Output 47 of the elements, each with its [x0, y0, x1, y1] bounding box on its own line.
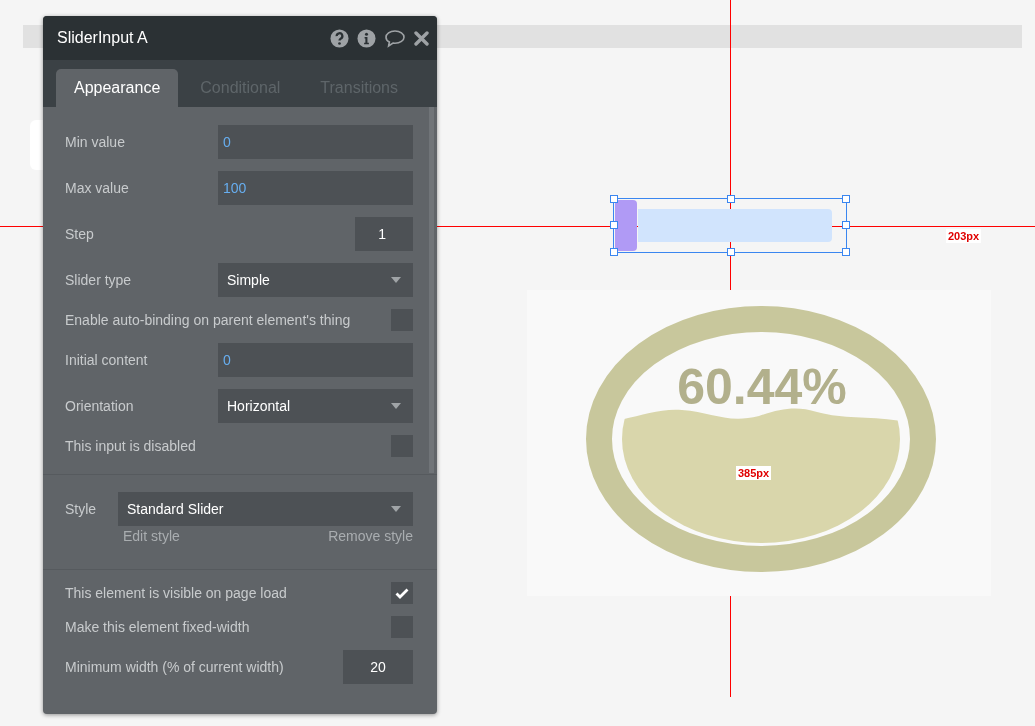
caret-icon: [391, 277, 401, 283]
input-field[interactable]: 0: [218, 125, 413, 159]
field-label: Minimum width (% of current width): [65, 659, 284, 675]
panel-tab[interactable]: Appearance: [56, 69, 179, 107]
info-icon[interactable]: [357, 28, 376, 48]
input-field[interactable]: 20: [343, 650, 413, 684]
resize-handle[interactable]: [842, 221, 850, 229]
field-label: Orientation: [65, 398, 134, 414]
resize-handle[interactable]: [727, 195, 735, 203]
remove-style-link[interactable]: Remove style: [328, 528, 413, 544]
dropdown[interactable]: Horizontal: [218, 389, 413, 423]
selected-slider[interactable]: [613, 198, 847, 253]
resize-handle[interactable]: [610, 221, 618, 229]
input-field[interactable]: 1: [355, 217, 413, 251]
field-label: Min value: [65, 134, 125, 150]
panel-title: SliderInput A: [57, 29, 148, 47]
help-icon[interactable]: [330, 28, 349, 48]
field-label: Step: [65, 226, 94, 242]
input-field[interactable]: 100: [218, 171, 413, 205]
resize-handle[interactable]: [610, 195, 618, 203]
edit-style-link[interactable]: Edit style: [123, 528, 180, 544]
resize-handle[interactable]: [842, 195, 850, 203]
field-label: Slider type: [65, 272, 132, 288]
input-field[interactable]: 0: [218, 343, 413, 377]
close-icon[interactable]: [414, 30, 429, 46]
checkbox[interactable]: [391, 582, 413, 604]
gauge-percentage: 60.44%: [676, 358, 848, 416]
field-label: Max value: [65, 180, 129, 196]
slider-handle[interactable]: [615, 200, 637, 251]
dropdown[interactable]: Standard Slider: [118, 492, 413, 526]
resize-handle[interactable]: [842, 248, 850, 256]
field-label: Style: [65, 501, 97, 517]
distance-label: 385px: [736, 466, 772, 480]
caret-icon: [391, 403, 401, 409]
checkmark-icon: [395, 587, 409, 599]
field-label: Initial content: [65, 352, 148, 368]
distance-label: 203px: [946, 229, 982, 243]
scrollbar[interactable]: [429, 107, 434, 473]
field-label: Make this element fixed-width: [65, 619, 250, 635]
field-label: This element is visible on page load: [65, 585, 287, 601]
field-label: Enable auto-binding on parent element's thing: [65, 312, 351, 328]
resize-handle[interactable]: [727, 248, 735, 256]
caret-icon: [391, 506, 401, 512]
resize-handle[interactable]: [610, 248, 618, 256]
comment-icon[interactable]: [384, 28, 406, 48]
dropdown[interactable]: Simple: [218, 263, 413, 297]
field-label: This input is disabled: [65, 438, 196, 454]
